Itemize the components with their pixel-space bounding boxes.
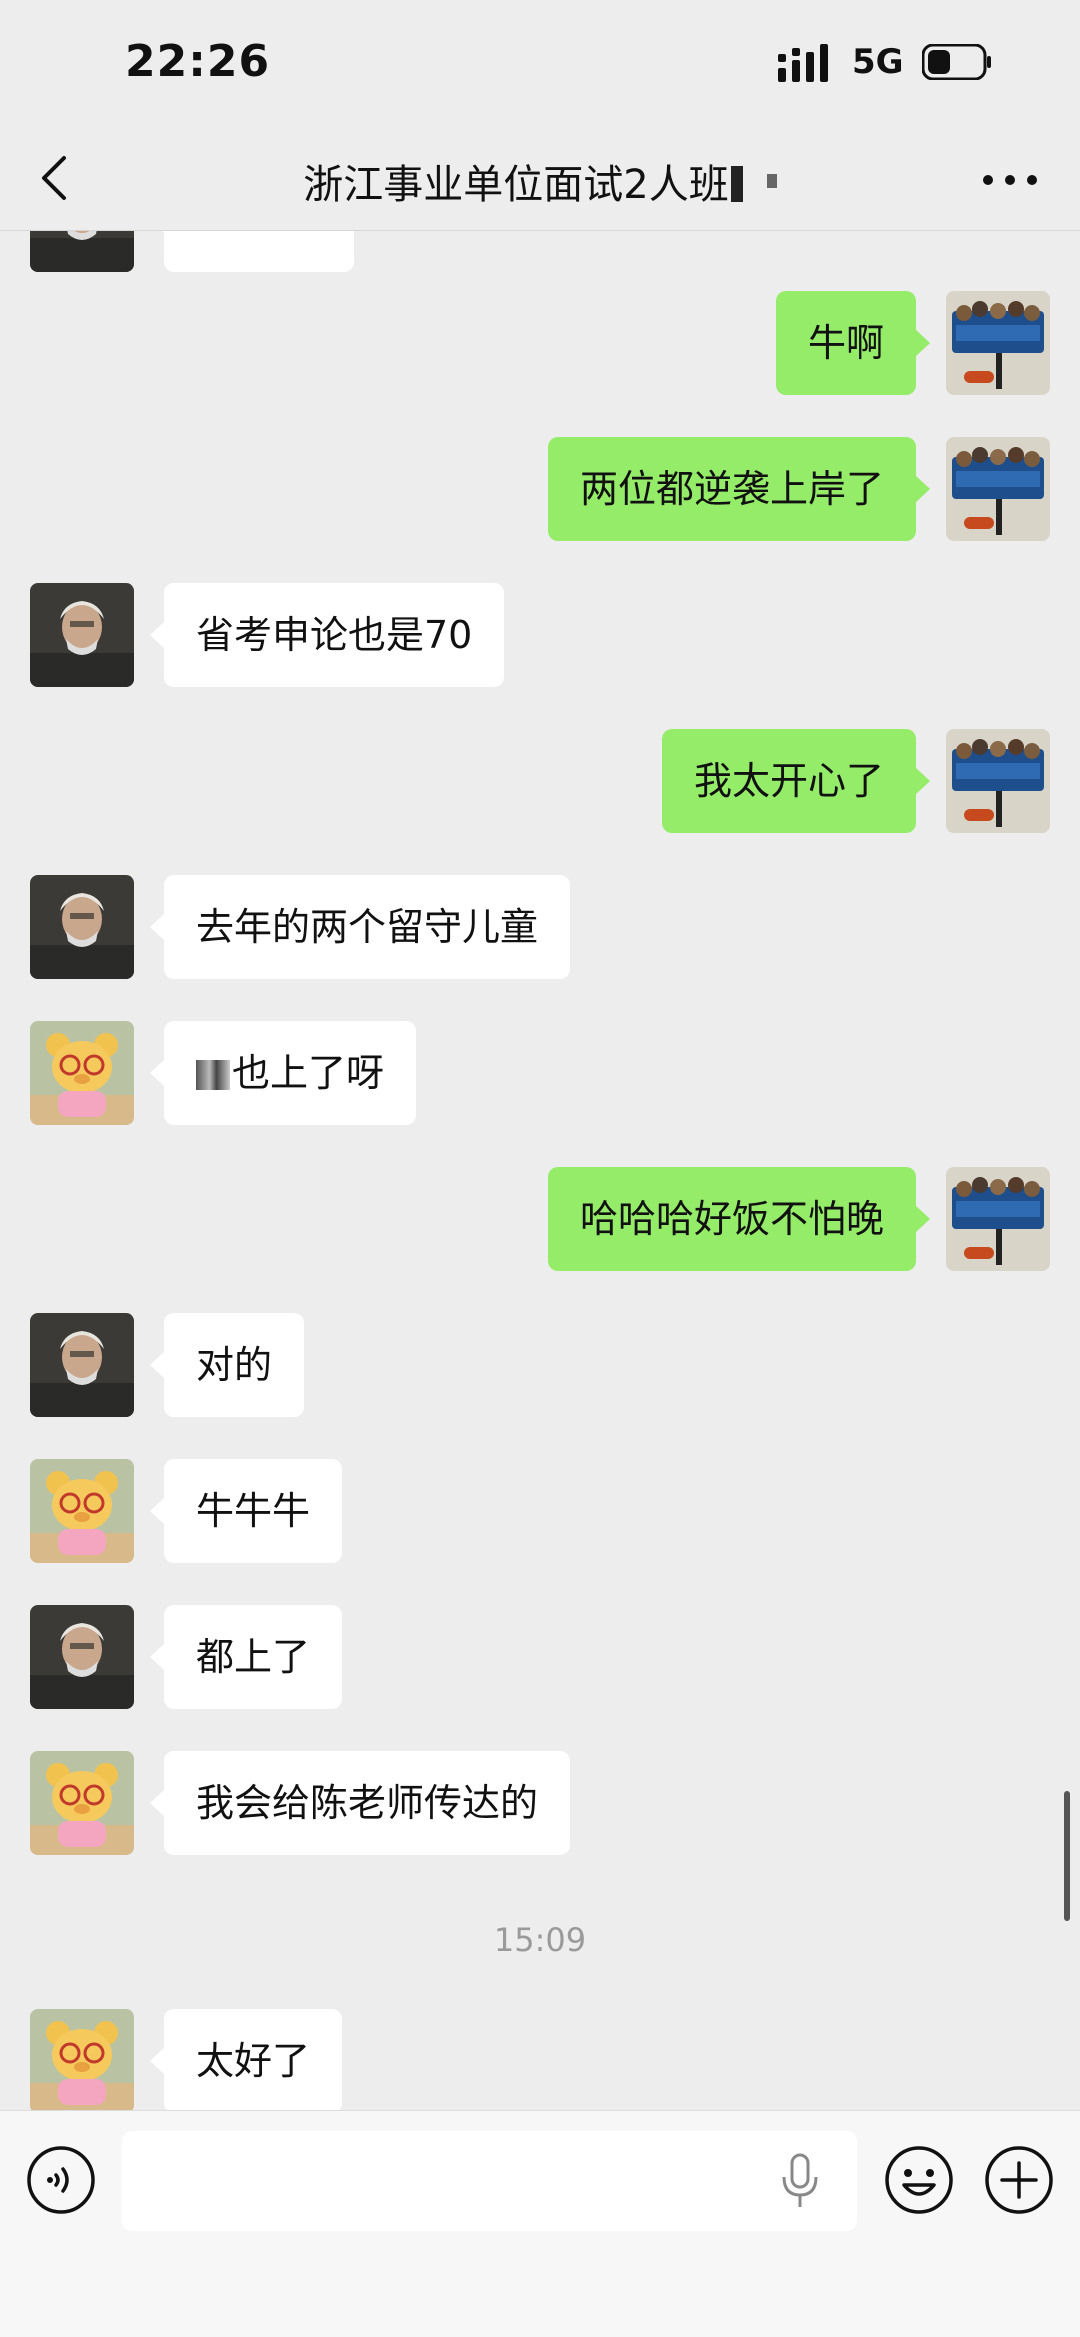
avatar-bear[interactable] <box>30 1751 134 1855</box>
avatar-group-banner[interactable] <box>946 437 1050 541</box>
nav-bar: 浙江事业单位面试2人班 <box>0 130 1080 231</box>
avatar-bear[interactable] <box>30 1021 134 1125</box>
message-row: 去年的两个留守儿童 <box>0 875 1080 979</box>
old-man-avatar-icon <box>30 1313 134 1417</box>
redaction-mark <box>196 1060 230 1090</box>
emoji-icon[interactable] <box>884 2145 954 2215</box>
network-type: 5G <box>852 42 904 82</box>
banner-avatar-icon <box>946 1167 1050 1271</box>
avatar-old-man[interactable] <box>30 1605 134 1709</box>
message-row: 都上了 <box>0 1605 1080 1709</box>
redaction-mark <box>730 166 743 202</box>
message-timestamp: 15:09 <box>493 1921 587 1959</box>
message-bubble[interactable]: 哈哈哈好饭不怕晚 <box>547 1167 931 1271</box>
message-bubble[interactable]: 两位都逆袭上岸了 <box>547 437 931 541</box>
message-input[interactable] <box>122 2131 857 2231</box>
redaction-mark <box>766 174 777 188</box>
message-bubble[interactable]: 省考申论也是70 <box>149 583 505 687</box>
bear-avatar-icon <box>30 1459 134 1563</box>
message-bubble[interactable]: 牛牛牛 <box>149 1459 343 1563</box>
old-man-avatar-icon <box>30 231 134 272</box>
message-row: 牛牛牛 <box>0 1459 1080 1563</box>
old-man-avatar-icon <box>30 583 134 687</box>
voice-icon[interactable] <box>26 2145 96 2215</box>
message-bubble[interactable]: 我会给陈老师传达的 <box>149 1751 571 1855</box>
chat-title-text: 浙江事业单位面试2人班 <box>303 162 729 208</box>
banner-avatar-icon <box>946 437 1050 541</box>
input-bar <box>0 2110 1080 2337</box>
status-bar: 22:26 5G <box>0 0 1080 130</box>
avatar-group-banner[interactable] <box>946 1167 1050 1271</box>
message-text: 也上了呀 <box>232 1051 385 1095</box>
mic-icon[interactable] <box>780 2153 820 2209</box>
message-bubble[interactable]: 牛啊 <box>775 291 931 395</box>
banner-avatar-icon <box>946 729 1050 833</box>
bear-avatar-icon <box>30 1021 134 1125</box>
avatar-bear[interactable] <box>30 2009 134 2110</box>
avatar-old-man[interactable] <box>30 231 134 272</box>
message-row: 我会给陈老师传达的 <box>0 1751 1080 1855</box>
message-row: 我太开心了 <box>0 729 1080 833</box>
message-bubble[interactable]: 去年的两个留守儿童 <box>149 875 571 979</box>
more-options-icon[interactable] <box>980 170 1040 190</box>
avatar-old-man[interactable] <box>30 583 134 687</box>
message-row: 太好了 <box>0 2009 1080 2110</box>
avatar-group-banner[interactable] <box>946 291 1050 395</box>
battery-icon <box>922 44 991 80</box>
message-bubble-partial[interactable] <box>150 231 354 272</box>
old-man-avatar-icon <box>30 875 134 979</box>
avatar-bear[interactable] <box>30 1459 134 1563</box>
status-time: 22:26 <box>125 36 271 87</box>
message-row: 哈哈哈好饭不怕晚 <box>0 1167 1080 1271</box>
message-bubble[interactable]: 都上了 <box>149 1605 343 1709</box>
scrollbar[interactable] <box>1064 1791 1070 1921</box>
message-bubble[interactable]: 对的 <box>149 1313 305 1417</box>
message-bubble[interactable]: 我太开心了 <box>661 729 931 833</box>
message-row: 省考申论也是70 <box>0 583 1080 687</box>
chat-area[interactable]: 牛啊 两位都逆袭上岸了 省考申论也是70 我太开心了 去年的两个留守儿童 也上了… <box>0 231 1080 2110</box>
message-row: 对的 <box>0 1313 1080 1417</box>
avatar-old-man[interactable] <box>30 1313 134 1417</box>
message-row: 两位都逆袭上岸了 <box>0 437 1080 541</box>
message-bubble[interactable]: 也上了呀 <box>149 1021 417 1125</box>
message-row: 牛啊 <box>0 291 1080 395</box>
message-row-partial <box>0 231 1080 272</box>
old-man-avatar-icon <box>30 1605 134 1709</box>
chat-title: 浙江事业单位面试2人班 <box>0 152 1080 210</box>
avatar-old-man[interactable] <box>30 875 134 979</box>
message-bubble[interactable]: 太好了 <box>149 2009 343 2110</box>
plus-icon[interactable] <box>984 2145 1054 2215</box>
bear-avatar-icon <box>30 2009 134 2110</box>
bear-avatar-icon <box>30 1751 134 1855</box>
message-row: 也上了呀 <box>0 1021 1080 1125</box>
avatar-group-banner[interactable] <box>946 729 1050 833</box>
banner-avatar-icon <box>946 291 1050 395</box>
signal-icon <box>778 44 828 82</box>
